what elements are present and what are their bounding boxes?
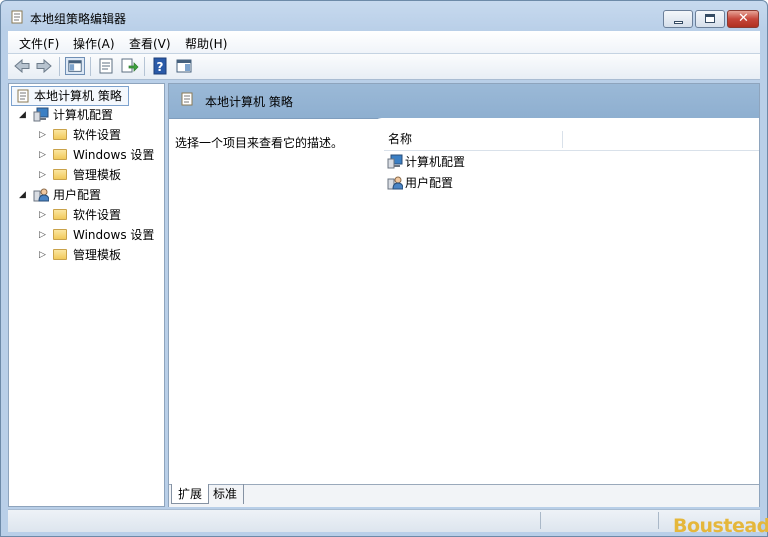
minimize-button[interactable] [663,10,693,28]
forward-icon[interactable] [34,57,54,75]
view-tabs: 扩展 标准 [169,484,759,507]
tree-item-computer-config[interactable]: ◢ 计算机配置 [9,106,164,124]
folder-icon [53,229,67,240]
help-icon[interactable]: ? [150,57,170,75]
details-pane: 本地计算机 策略 选择一个项目来查看它的描述。 名称 计算机配置 用户配置 扩展… [168,83,760,507]
back-icon[interactable] [12,57,32,75]
tree-item-label: 计算机配置 [53,108,114,122]
tree-item-label: Windows 设置 [73,148,155,162]
tree-item-user-windows[interactable]: ▷ Windows 设置 [9,226,164,244]
tree-item-label: 管理模板 [73,168,122,182]
window-title: 本地组策略编辑器 [30,12,127,26]
user-icon [33,188,49,202]
close-button[interactable]: ✕ [727,10,759,28]
tab-extended[interactable]: 扩展 [171,484,210,504]
tree-item-user-config[interactable]: ◢ 用户配置 [9,186,164,204]
tree-item-label: 软件设置 [73,128,122,142]
folder-icon [53,249,67,260]
list-item-label: 用户配置 [405,176,454,190]
menu-help[interactable]: 帮助(H) [185,35,227,52]
column-header-name[interactable]: 名称 [384,128,759,151]
policy-document-icon [11,10,23,24]
expanded-arrow-icon[interactable]: ◢ [19,186,26,204]
app-window: 本地组策略编辑器 ✕ 文件(F) 操作(A) 查看(V) 帮助(H) ? 本地计… [0,0,768,537]
menu-file[interactable]: 文件(F) [19,35,59,52]
svg-text:?: ? [157,60,164,74]
tree-item-root[interactable]: 本地计算机 策略 [11,86,129,106]
folder-icon [53,209,67,220]
properties-icon[interactable] [96,57,116,75]
details-title: 本地计算机 策略 [205,95,293,109]
close-icon: ✕ [738,11,749,26]
export-list-icon[interactable] [119,57,139,75]
tree-item-label: 本地计算机 策略 [34,89,122,103]
menu-bar: 文件(F) 操作(A) 查看(V) 帮助(H) [8,31,760,54]
tree-item-label: 软件设置 [73,208,122,222]
show-hide-action-pane-icon[interactable] [174,57,194,75]
toolbar-separator [144,57,145,76]
toolbar-separator [90,57,91,76]
policy-document-icon [17,89,29,103]
list-item-label: 计算机配置 [405,155,466,169]
folder-icon [53,129,67,140]
tree-pane: 本地计算机 策略 ◢ 计算机配置 ▷ 软件设置 ▷ Windows 设置 ▷ 管… [8,83,165,507]
column-divider[interactable] [562,131,563,148]
status-divider [540,512,541,529]
maximize-icon [705,14,715,23]
folder-icon [53,169,67,180]
tree-item-label: 管理模板 [73,248,122,262]
watermark-text: Boustead [673,515,768,537]
menu-action[interactable]: 操作(A) [73,35,115,52]
tree-item-user-software[interactable]: ▷ 软件设置 [9,206,164,224]
tab-standard[interactable]: 标准 [207,484,245,504]
show-hide-tree-icon[interactable] [65,57,85,75]
tree-item-label: Windows 设置 [73,228,155,242]
details-header: 本地计算机 策略 [169,84,759,119]
tree-item-computer-software[interactable]: ▷ 软件设置 [9,126,164,144]
folder-icon [53,149,67,160]
menu-view[interactable]: 查看(V) [129,35,171,52]
toolbar: ? [8,54,760,80]
status-bar [8,509,760,532]
computer-icon [387,154,403,169]
tree-item-label: 用户配置 [53,188,102,202]
collapsed-arrow-icon[interactable]: ▷ [39,146,46,164]
user-icon [387,176,403,190]
policy-document-icon [181,92,193,106]
collapsed-arrow-icon[interactable]: ▷ [39,206,46,224]
status-divider [658,512,659,529]
computer-icon [33,107,49,122]
expanded-arrow-icon[interactable]: ◢ [19,106,26,124]
column-header-label: 名称 [388,132,413,146]
tree-item-computer-windows[interactable]: ▷ Windows 设置 [9,146,164,164]
collapsed-arrow-icon[interactable]: ▷ [39,246,46,264]
minimize-icon [674,21,683,24]
collapsed-arrow-icon[interactable]: ▷ [39,126,46,144]
item-list: 名称 计算机配置 用户配置 [372,118,759,484]
collapsed-arrow-icon[interactable]: ▷ [39,226,46,244]
toolbar-separator [59,57,60,76]
title-bar[interactable]: 本地组策略编辑器 ✕ [1,1,767,31]
tree-item-computer-admin-templates[interactable]: ▷ 管理模板 [9,166,164,184]
tree-item-user-admin-templates[interactable]: ▷ 管理模板 [9,246,164,264]
maximize-button[interactable] [695,10,725,28]
collapsed-arrow-icon[interactable]: ▷ [39,166,46,184]
description-text: 选择一个项目来查看它的描述。 [175,136,344,150]
